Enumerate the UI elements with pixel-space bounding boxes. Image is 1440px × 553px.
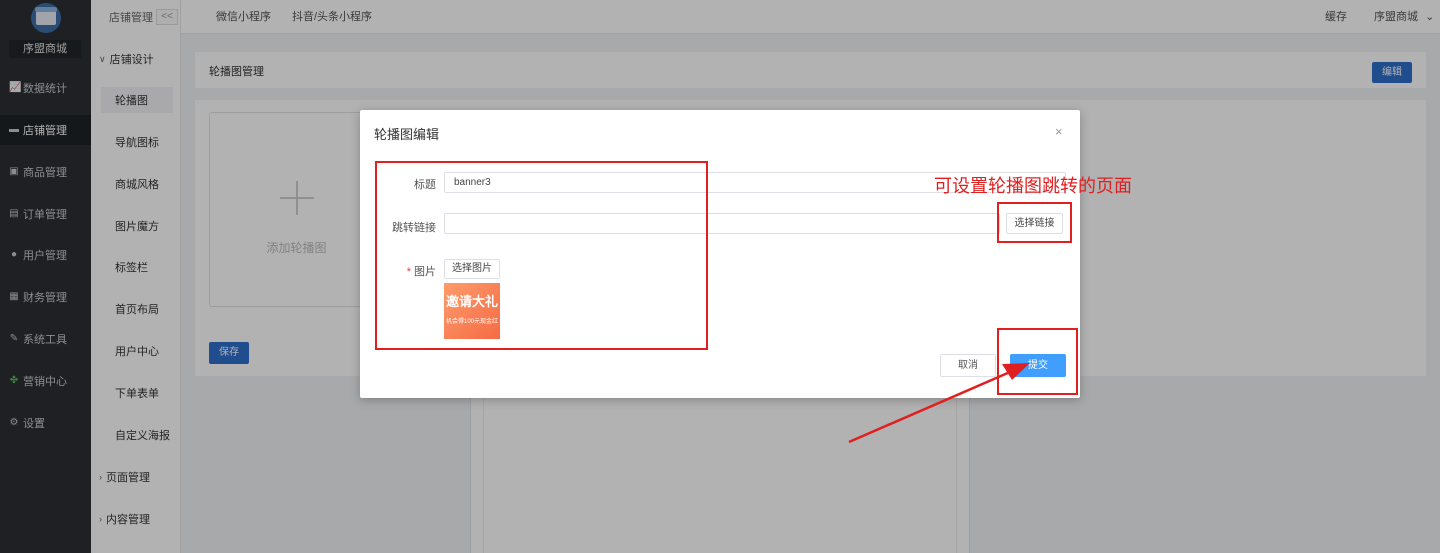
annotation-text: 可设置轮播图跳转的页面 (934, 176, 1132, 196)
cancel-button[interactable]: 取消 (940, 354, 996, 377)
close-icon[interactable]: × (1055, 124, 1063, 139)
annotation-box-submit (997, 328, 1078, 395)
modal-title: 轮播图编辑 (374, 127, 440, 142)
annotation-box-select-link (997, 202, 1072, 243)
annotation-box-form (375, 161, 708, 350)
